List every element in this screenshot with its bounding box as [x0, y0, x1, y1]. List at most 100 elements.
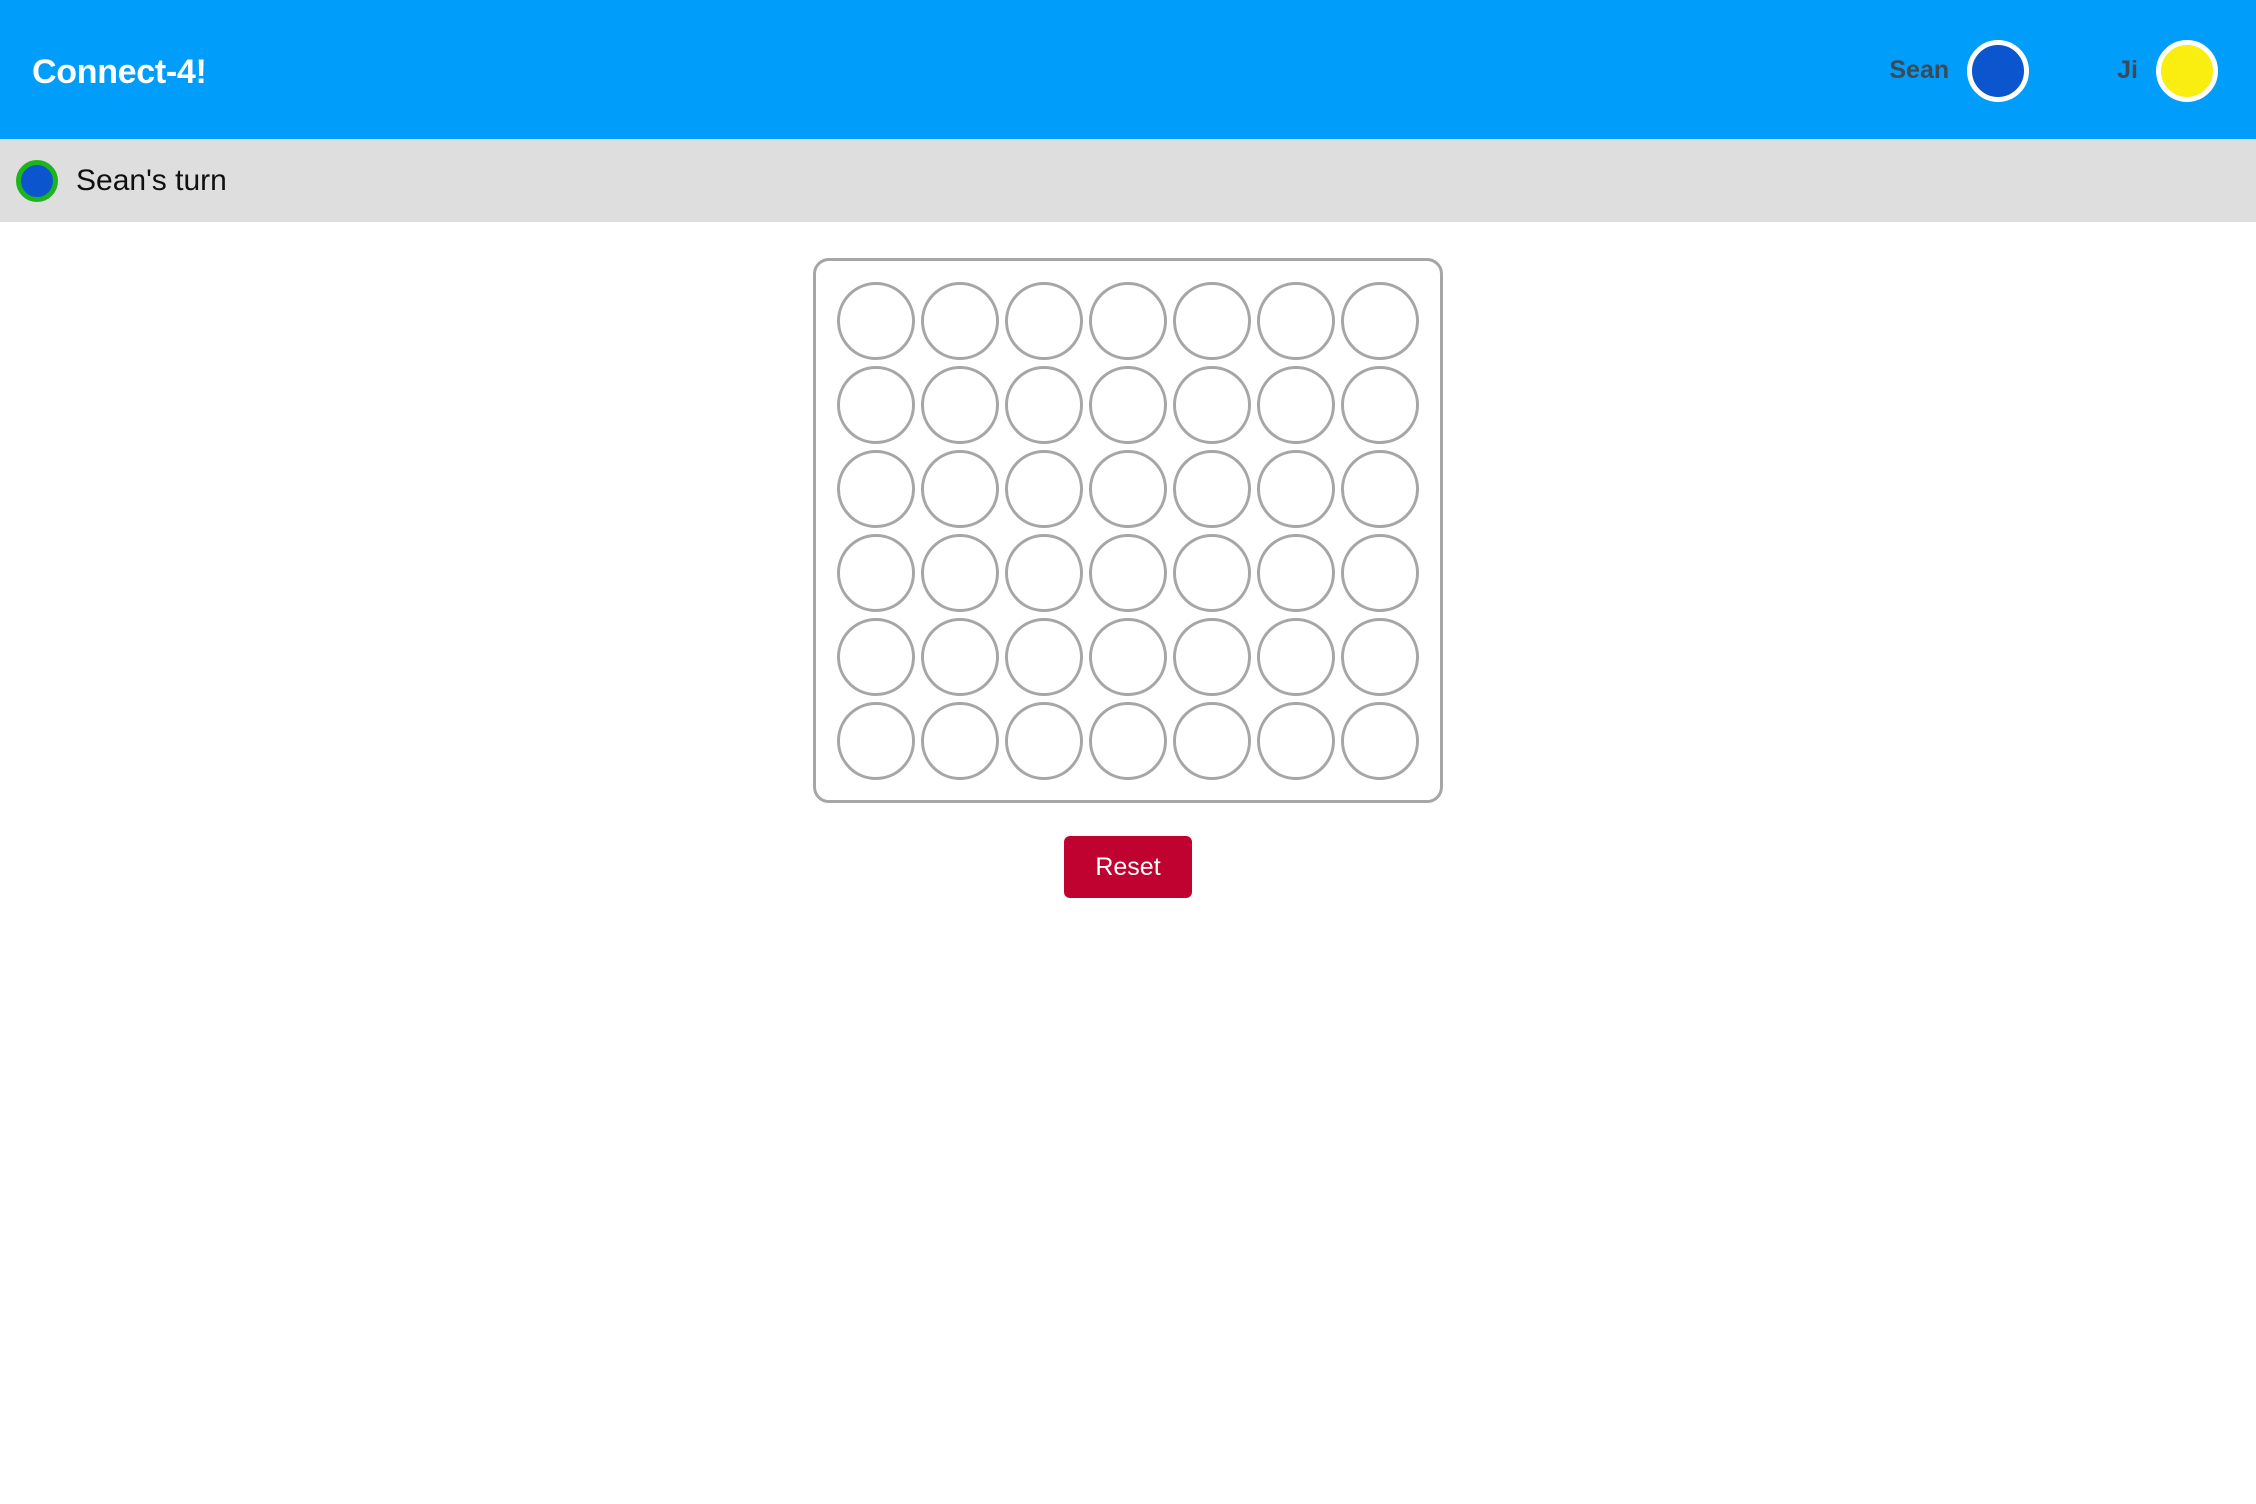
board-cell-r3-c5[interactable] — [1254, 531, 1338, 615]
empty-slot-icon — [1005, 701, 1083, 780]
board-cell-r4-c2[interactable] — [1002, 615, 1086, 699]
board-cell-r2-c3[interactable] — [1086, 447, 1170, 531]
board-row — [834, 699, 1422, 783]
player-name-2: Ji — [2117, 56, 2138, 84]
empty-slot-icon — [1341, 281, 1419, 360]
board-cell-r5-c2[interactable] — [1002, 699, 1086, 783]
board-cell-r4-c6[interactable] — [1338, 615, 1422, 699]
empty-slot-icon — [1089, 281, 1167, 360]
board-cell-r2-c5[interactable] — [1254, 447, 1338, 531]
empty-slot-icon — [1005, 449, 1083, 528]
empty-slot-icon — [1341, 365, 1419, 444]
board-cell-r2-c4[interactable] — [1170, 447, 1254, 531]
board-cell-r4-c5[interactable] — [1254, 615, 1338, 699]
board-area: Reset — [0, 222, 2256, 1504]
empty-slot-icon — [837, 617, 915, 696]
empty-slot-icon — [1005, 533, 1083, 612]
board-cell-r0-c4[interactable] — [1170, 279, 1254, 363]
board-cell-r5-c0[interactable] — [834, 699, 918, 783]
active-player-disc-icon — [16, 159, 58, 202]
empty-slot-icon — [1005, 281, 1083, 360]
board-row — [834, 447, 1422, 531]
board-cell-r0-c6[interactable] — [1338, 279, 1422, 363]
empty-slot-icon — [921, 533, 999, 612]
board-cell-r1-c1[interactable] — [918, 363, 1002, 447]
board-cell-r1-c2[interactable] — [1002, 363, 1086, 447]
empty-slot-icon — [921, 617, 999, 696]
empty-slot-icon — [1089, 617, 1167, 696]
board-cell-r3-c3[interactable] — [1086, 531, 1170, 615]
board-cell-r2-c1[interactable] — [918, 447, 1002, 531]
board-cell-r1-c3[interactable] — [1086, 363, 1170, 447]
empty-slot-icon — [1257, 365, 1335, 444]
empty-slot-icon — [1173, 701, 1251, 780]
board-cell-r0-c3[interactable] — [1086, 279, 1170, 363]
empty-slot-icon — [1341, 617, 1419, 696]
empty-slot-icon — [837, 365, 915, 444]
empty-slot-icon — [1089, 449, 1167, 528]
empty-slot-icon — [1173, 533, 1251, 612]
empty-slot-icon — [921, 281, 999, 360]
player-entry-1: Sean — [1889, 39, 2030, 102]
empty-slot-icon — [1089, 365, 1167, 444]
empty-slot-icon — [921, 365, 999, 444]
empty-slot-icon — [1005, 617, 1083, 696]
empty-slot-icon — [1173, 365, 1251, 444]
board-cell-r3-c0[interactable] — [834, 531, 918, 615]
game-board[interactable] — [813, 258, 1443, 803]
empty-slot-icon — [1173, 617, 1251, 696]
yellow-disc-icon — [2156, 39, 2218, 102]
empty-slot-icon — [1257, 533, 1335, 612]
empty-slot-icon — [1257, 701, 1335, 780]
board-cell-r0-c2[interactable] — [1002, 279, 1086, 363]
empty-slot-icon — [921, 449, 999, 528]
empty-slot-icon — [1257, 281, 1335, 360]
player-name-1: Sean — [1889, 56, 1950, 84]
board-cell-r5-c4[interactable] — [1170, 699, 1254, 783]
board-cell-r1-c4[interactable] — [1170, 363, 1254, 447]
page-title: Connect-4! — [32, 52, 207, 91]
board-cell-r0-c0[interactable] — [834, 279, 918, 363]
board-cell-r4-c0[interactable] — [834, 615, 918, 699]
board-cell-r3-c1[interactable] — [918, 531, 1002, 615]
board-cell-r0-c5[interactable] — [1254, 279, 1338, 363]
empty-slot-icon — [1173, 281, 1251, 360]
status-message: Sean's turn — [76, 163, 227, 197]
status-bar: Sean's turn — [0, 139, 2256, 222]
board-cell-r2-c2[interactable] — [1002, 447, 1086, 531]
empty-slot-icon — [837, 533, 915, 612]
board-cell-r2-c6[interactable] — [1338, 447, 1422, 531]
empty-slot-icon — [1341, 533, 1419, 612]
board-cell-r4-c1[interactable] — [918, 615, 1002, 699]
board-cell-r3-c4[interactable] — [1170, 531, 1254, 615]
board-cell-r5-c6[interactable] — [1338, 699, 1422, 783]
empty-slot-icon — [1341, 449, 1419, 528]
board-cell-r1-c6[interactable] — [1338, 363, 1422, 447]
board-row — [834, 363, 1422, 447]
empty-slot-icon — [921, 701, 999, 780]
board-cell-r1-c0[interactable] — [834, 363, 918, 447]
board-cell-r5-c1[interactable] — [918, 699, 1002, 783]
board-cell-r1-c5[interactable] — [1254, 363, 1338, 447]
empty-slot-icon — [1089, 701, 1167, 780]
board-cell-r4-c3[interactable] — [1086, 615, 1170, 699]
blue-disc-icon — [1967, 39, 2030, 102]
app-header: Connect-4! Sean Ji — [0, 0, 2256, 139]
empty-slot-icon — [1005, 365, 1083, 444]
board-cell-r3-c2[interactable] — [1002, 531, 1086, 615]
player-list: Sean Ji — [1889, 39, 2218, 102]
board-cell-r5-c3[interactable] — [1086, 699, 1170, 783]
reset-button[interactable]: Reset — [1064, 836, 1192, 898]
board-row — [834, 279, 1422, 363]
empty-slot-icon — [1341, 701, 1419, 780]
board-cell-r3-c6[interactable] — [1338, 531, 1422, 615]
board-cell-r0-c1[interactable] — [918, 279, 1002, 363]
board-cell-r2-c0[interactable] — [834, 447, 918, 531]
board-row — [834, 531, 1422, 615]
empty-slot-icon — [1257, 617, 1335, 696]
board-cell-r4-c4[interactable] — [1170, 615, 1254, 699]
empty-slot-icon — [837, 449, 915, 528]
empty-slot-icon — [1089, 533, 1167, 612]
empty-slot-icon — [1257, 449, 1335, 528]
board-cell-r5-c5[interactable] — [1254, 699, 1338, 783]
